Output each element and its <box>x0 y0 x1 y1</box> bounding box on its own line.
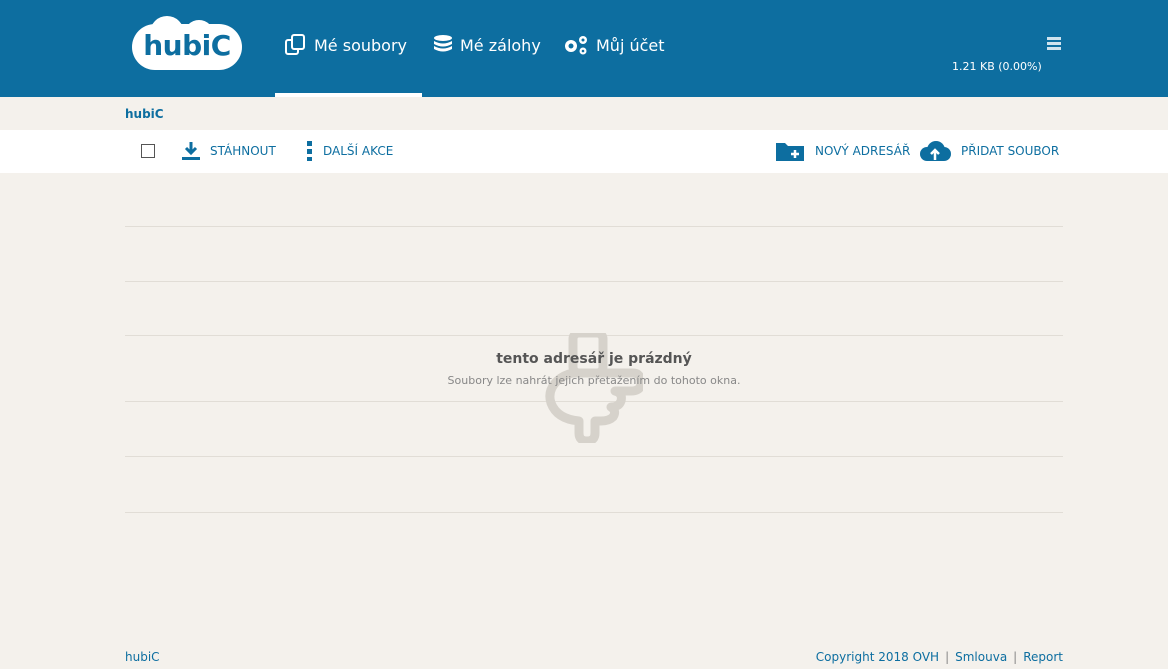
vertical-dots-icon <box>307 141 312 161</box>
row-divider <box>125 512 1063 513</box>
footer-brand-link[interactable]: hubiC <box>125 650 160 664</box>
database-icon <box>434 35 452 52</box>
select-all-checkbox[interactable] <box>141 144 155 158</box>
nav-my-backups[interactable]: Mé zálohy <box>432 30 541 60</box>
footer-contract-link[interactable]: Smlouva <box>955 650 1007 664</box>
logo-text: hubiC <box>143 29 231 62</box>
new-folder-button[interactable]: NOVÝ ADRESÁŘ <box>775 141 910 161</box>
empty-folder-title: tento adresář je prázdný <box>496 351 692 367</box>
row-divider <box>125 456 1063 457</box>
drag-hand-icon <box>545 333 643 443</box>
hamburger-menu-icon[interactable] <box>1047 37 1061 50</box>
download-icon <box>182 142 200 160</box>
nav-my-backups-label: Mé zálohy <box>460 35 541 55</box>
nav-my-account-label: Můj účet <box>596 35 665 55</box>
nav-my-files[interactable]: Mé soubory <box>284 30 407 60</box>
more-actions-button[interactable]: DALŠÍ AKCE <box>305 141 393 161</box>
add-file-label: PŘIDAT SOUBOR <box>961 144 1060 158</box>
nav-my-account[interactable]: Můj účet <box>562 30 665 60</box>
new-folder-icon <box>776 143 804 161</box>
cloud-upload-icon <box>920 141 951 161</box>
more-actions-label: DALŠÍ AKCE <box>323 144 394 158</box>
download-label: STÁHNOUT <box>210 144 276 158</box>
nav-my-files-label: Mé soubory <box>314 35 407 55</box>
storage-usage: 1.21 KB (0.00%) <box>952 60 1042 73</box>
row-divider <box>125 226 1063 227</box>
add-file-button[interactable]: PŘIDAT SOUBOR <box>917 141 1059 161</box>
breadcrumb-root[interactable]: hubiC <box>125 107 164 121</box>
row-divider <box>125 281 1063 282</box>
new-folder-label: NOVÝ ADRESÁŘ <box>815 144 911 158</box>
files-icon <box>285 34 305 55</box>
empty-folder-subtitle: Soubory lze nahrát jejich přetažením do … <box>447 374 741 387</box>
footer-links: Copyright 2018 OVH | Smlouva | Report <box>815 650 1063 664</box>
footer-report-link[interactable]: Report <box>1023 650 1063 664</box>
footer-copyright[interactable]: Copyright 2018 OVH <box>816 650 939 664</box>
top-navbar: hubiC Mé soubory Mé zálohy Můj účet 1.21… <box>0 0 1168 97</box>
download-button[interactable]: STÁHNOUT <box>180 141 276 161</box>
hubic-logo[interactable]: hubiC <box>132 16 242 70</box>
breadcrumb-bar <box>0 97 1168 129</box>
gears-icon <box>565 36 587 55</box>
